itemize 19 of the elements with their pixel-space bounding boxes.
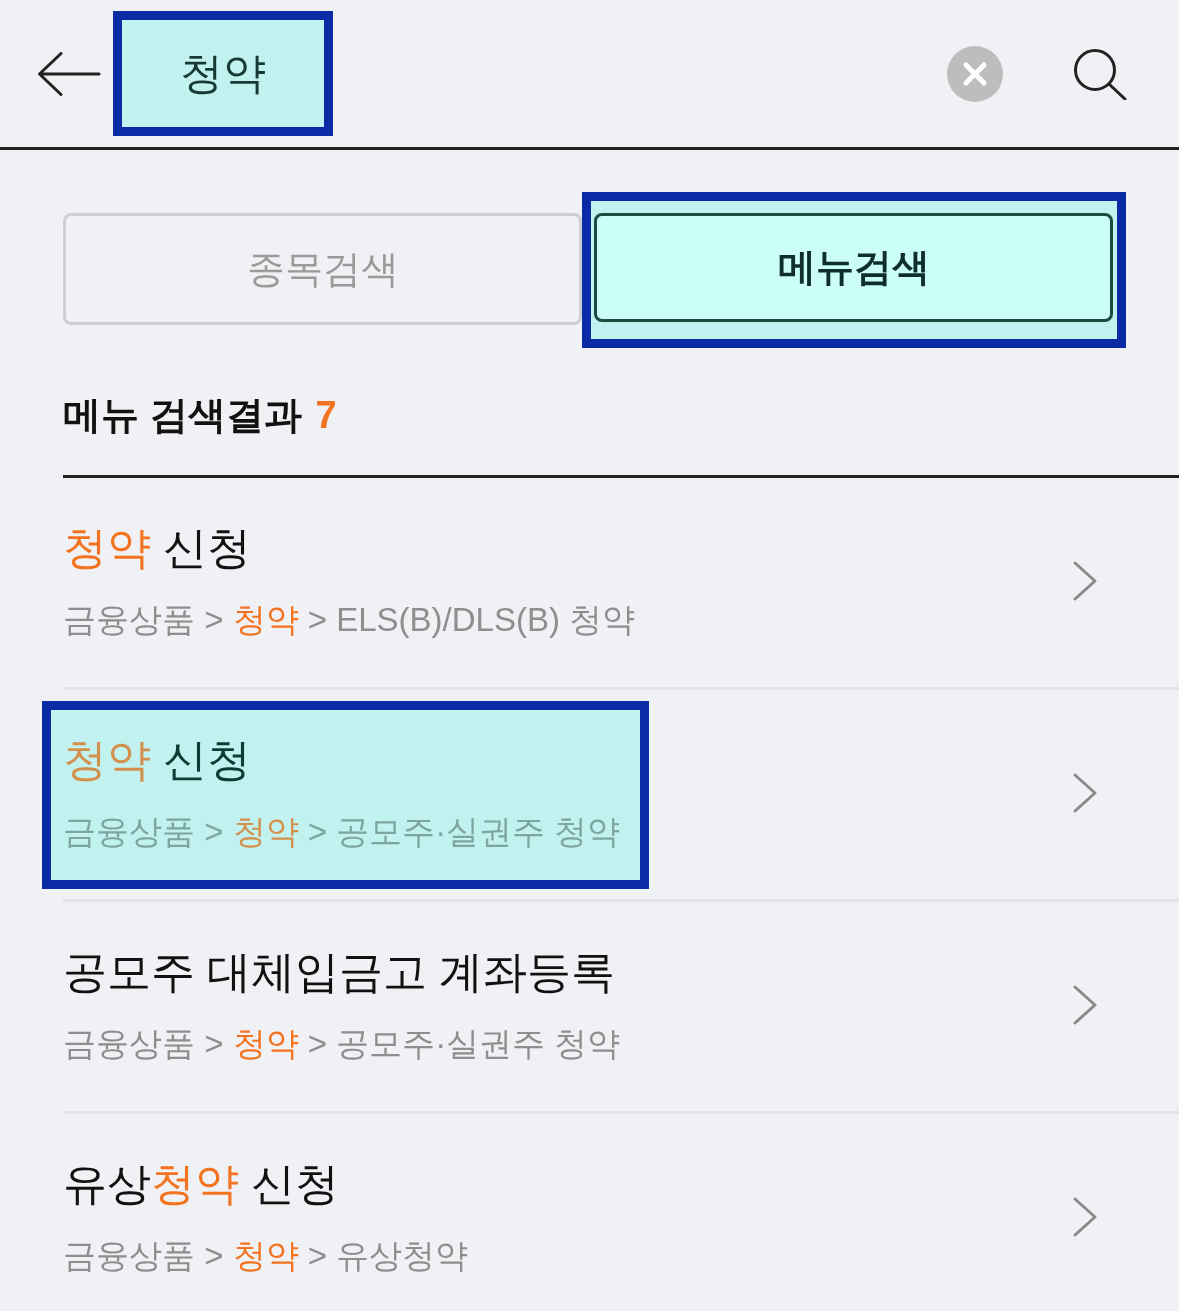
result-title: 청약 신청	[63, 522, 252, 574]
chevron-right-icon[interactable]	[1072, 560, 1098, 602]
menu-path: 금융상품 > 청약 > 공모주·실권주 청약	[63, 1024, 621, 1064]
chevron-right-icon[interactable]	[1072, 1196, 1098, 1238]
result-title: 공모주 대체입금고 계좌등록	[63, 946, 616, 998]
search-icon[interactable]	[1073, 47, 1127, 100]
menu-path: 금융상품 > 청약 > ELS(B)/DLS(B) 청약	[63, 600, 636, 640]
results-count: 7	[315, 394, 337, 436]
result-title: 유상청약 신청	[63, 1158, 340, 1210]
search-field[interactable]: 청약	[113, 11, 333, 136]
menu-path: 금융상품 > 청약 > 공모주·실권주 청약	[63, 812, 621, 852]
chevron-right-icon[interactable]	[1072, 984, 1098, 1026]
search-mode-tab[interactable]: 메뉴검색	[594, 213, 1113, 322]
results-heading: 메뉴 검색결과	[63, 394, 302, 436]
chevron-right-icon[interactable]	[1072, 772, 1098, 814]
back-arrow-icon[interactable]	[37, 51, 101, 96]
result-title: 청약 신청	[63, 734, 252, 786]
clear-icon[interactable]	[947, 45, 1003, 102]
menu-path: 금융상품 > 청약 > 유상청약	[63, 1236, 469, 1276]
